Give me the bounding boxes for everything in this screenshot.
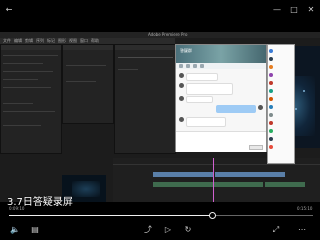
chat-window[interactable]: 答疑群 — [175, 44, 267, 152]
chat-title: 答疑群 — [180, 48, 192, 53]
divider — [3, 111, 55, 112]
back-icon[interactable]: ← — [4, 5, 14, 15]
minimize-icon[interactable]: — — [272, 5, 282, 15]
avatar — [269, 81, 273, 85]
panel-tab-row — [63, 45, 113, 50]
video-clip[interactable] — [153, 172, 213, 177]
tool-icon[interactable] — [200, 64, 204, 68]
tool-icon[interactable] — [193, 64, 197, 68]
volume-icon[interactable]: 🔈 — [10, 226, 20, 234]
divider — [3, 55, 58, 56]
panel-tab-row — [1, 45, 61, 50]
divider — [118, 57, 173, 58]
seek-handle[interactable] — [209, 212, 217, 219]
list-item[interactable] — [269, 49, 294, 54]
avatar — [179, 117, 184, 122]
list-item[interactable] — [269, 89, 294, 94]
avatar — [179, 96, 184, 101]
avatar — [269, 65, 273, 69]
avatar — [269, 145, 273, 149]
avatar — [269, 105, 273, 109]
divider — [118, 69, 138, 70]
total-time: 0:15:10 — [297, 206, 313, 211]
divider — [66, 65, 106, 66]
list-item[interactable] — [269, 129, 294, 134]
close-icon[interactable]: ✕ — [306, 5, 316, 15]
chat-toolbar — [176, 63, 266, 69]
avatar — [269, 97, 273, 101]
tool-icon[interactable] — [186, 64, 190, 68]
chat-input-area[interactable] — [176, 131, 266, 152]
send-button[interactable] — [249, 145, 263, 150]
divider — [3, 71, 53, 72]
contact-list-panel — [267, 44, 295, 164]
project-panel — [114, 44, 176, 154]
avatar — [269, 49, 273, 53]
panel-tab-row — [115, 45, 175, 50]
message-bubble — [186, 96, 213, 103]
more-icon[interactable]: ⋯ — [297, 226, 307, 234]
audio-clip[interactable] — [153, 182, 263, 187]
avatar — [269, 113, 273, 117]
video-clip[interactable] — [215, 172, 285, 177]
avatar — [269, 121, 273, 125]
avatar — [269, 137, 273, 141]
light-dot — [303, 90, 305, 92]
current-time: 0:09:10 — [9, 206, 25, 211]
message-bubble — [186, 73, 218, 81]
source-panel — [62, 44, 114, 124]
avatar — [258, 105, 263, 110]
audio-clip[interactable] — [265, 182, 305, 187]
playlist-icon[interactable]: ▤ — [30, 226, 40, 234]
seek-bar-progress — [9, 215, 213, 216]
list-item[interactable] — [269, 137, 294, 142]
maximize-icon[interactable]: □ — [289, 5, 299, 15]
list-item[interactable] — [269, 73, 294, 78]
avatar — [179, 73, 184, 78]
list-item[interactable] — [269, 57, 294, 62]
avatar — [269, 73, 273, 77]
divider — [66, 81, 96, 82]
message-bubble-self — [216, 105, 256, 113]
light-dot — [295, 108, 297, 110]
divider — [3, 103, 33, 104]
list-item[interactable] — [269, 105, 294, 110]
divider — [3, 63, 43, 64]
player-title-bar: ← — □ ✕ — [0, 0, 320, 24]
ruler — [113, 164, 320, 165]
divider — [3, 125, 41, 126]
tool-icon[interactable] — [179, 64, 183, 68]
list-item[interactable] — [269, 121, 294, 126]
video-frame[interactable]: Adobe Premiere Pro 文件 编辑 剪辑 序列 标记 图形 视图 … — [0, 32, 320, 202]
play-icon[interactable]: ▷ — [163, 226, 173, 234]
message-bubble — [186, 83, 233, 95]
avatar — [269, 89, 273, 93]
divider — [3, 87, 51, 88]
message-bubble — [186, 117, 226, 127]
timeline-playhead[interactable] — [213, 158, 214, 202]
share-icon[interactable]: ⤴ — [143, 226, 153, 234]
list-item[interactable] — [269, 145, 294, 150]
avatar — [269, 57, 273, 61]
divider — [3, 79, 38, 80]
list-item[interactable] — [269, 65, 294, 70]
chat-header: 答疑群 — [176, 45, 266, 63]
list-item[interactable] — [269, 113, 294, 118]
timeline-panel[interactable] — [113, 158, 320, 202]
preview-image — [72, 181, 100, 197]
avatar — [179, 83, 184, 88]
list-item[interactable] — [269, 97, 294, 102]
fullscreen-icon[interactable]: ⤢ — [271, 226, 281, 234]
next-icon[interactable]: ↻ — [183, 226, 193, 234]
effect-controls-panel — [0, 44, 62, 154]
list-item[interactable] — [269, 81, 294, 86]
avatar — [269, 129, 273, 133]
